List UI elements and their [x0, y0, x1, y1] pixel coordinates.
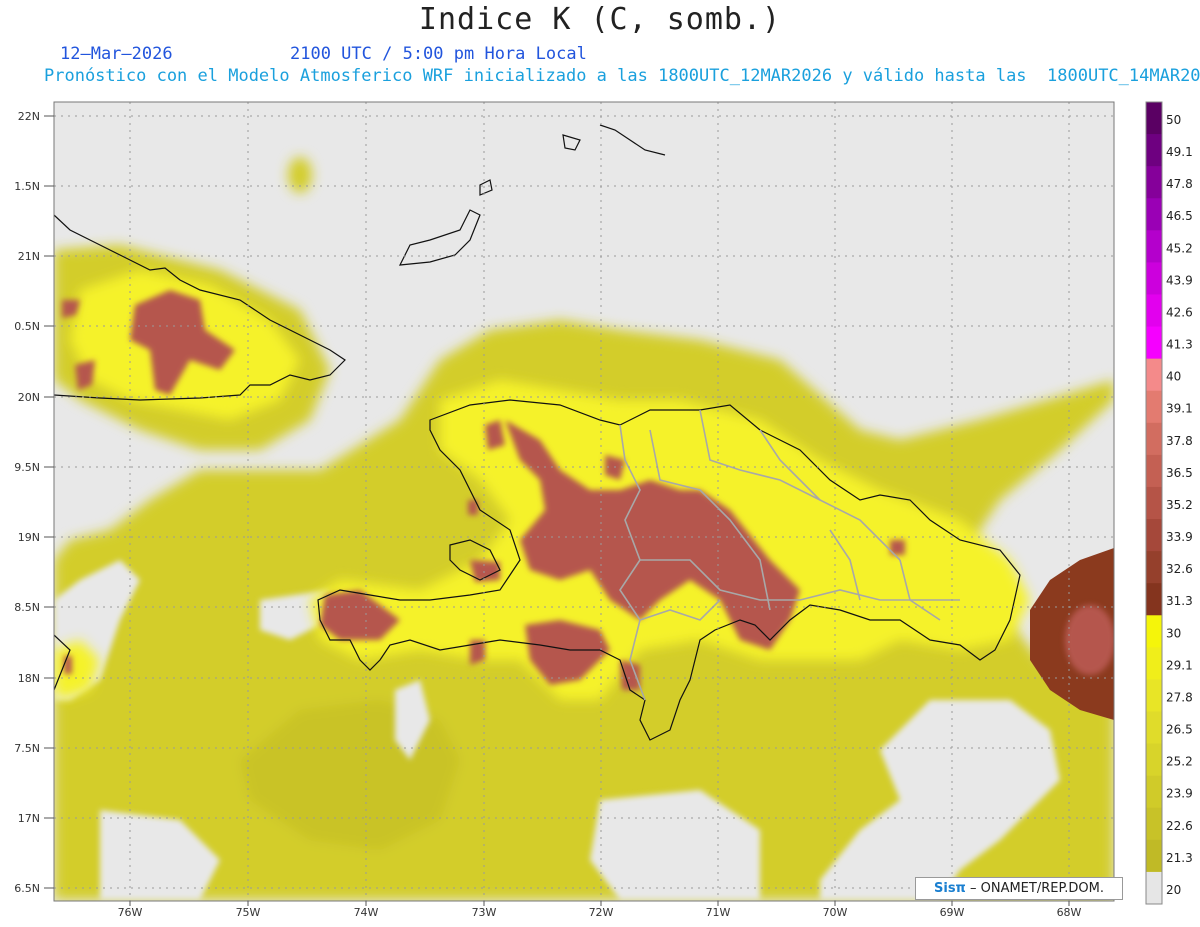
colorbar-label: 46.5	[1166, 209, 1193, 223]
colorbar-label: 42.6	[1166, 305, 1193, 319]
longitude-labels: 76W 75W 74W 73W 72W 71W 70W 69W 68W	[118, 901, 1082, 919]
colorbar-label: 30	[1166, 626, 1181, 640]
colorbar-label: 35.2	[1166, 498, 1193, 512]
colorbar-swatch	[1146, 647, 1162, 680]
lat-label: 21N	[18, 250, 40, 263]
colorbar-label: 49.1	[1166, 145, 1193, 159]
colorbar-swatch	[1146, 198, 1162, 231]
colorbar-label: 37.8	[1166, 434, 1193, 448]
lat-label: 1.5N	[14, 180, 40, 193]
lon-label: 73W	[472, 906, 497, 919]
colorbar-label: 25.2	[1166, 755, 1193, 769]
lat-label: 6.5N	[14, 882, 40, 895]
lat-label: 19N	[18, 531, 40, 544]
lat-label: 20N	[18, 391, 40, 404]
colorbar-swatch	[1146, 583, 1162, 616]
sispi-logo: Sisπ	[934, 881, 966, 896]
colorbar-swatch	[1146, 230, 1162, 263]
colorbar-swatch	[1146, 679, 1162, 713]
colorbar-swatch	[1146, 775, 1162, 809]
colorbar-label: 36.5	[1166, 466, 1193, 480]
colorbar-swatch	[1146, 454, 1162, 488]
colorbar-swatch	[1146, 422, 1162, 456]
colorbar-label: 33.9	[1166, 530, 1193, 544]
colorbar-label: 47.8	[1166, 177, 1193, 191]
colorbar-swatch	[1146, 519, 1162, 552]
lat-label: 18N	[18, 672, 40, 685]
lon-label: 74W	[354, 906, 379, 919]
colorbar-label: 27.8	[1166, 690, 1193, 704]
latitude-labels: 22N 1.5N 21N 0.5N 20N 9.5N 19N 8.5N 18N 7.5N 17N 6.…	[14, 110, 54, 895]
colorbar-label: 41.3	[1166, 338, 1193, 352]
colorbar-label: 22.6	[1166, 819, 1193, 833]
colorbar-swatch	[1146, 871, 1162, 905]
colorbar-swatch	[1146, 390, 1162, 424]
colorbar-swatch	[1146, 134, 1162, 167]
lon-label: 69W	[940, 906, 965, 919]
colorbar-swatch	[1146, 262, 1162, 295]
lon-label: 76W	[118, 906, 143, 919]
lat-label: 9.5N	[14, 461, 40, 474]
colorbar: 50 49.1 47.8 46.5 45.2 43.9 42.6 41.3 40 39.1 37.8…	[1145, 101, 1193, 905]
lat-label: 7.5N	[14, 742, 40, 755]
lat-label: 22N	[18, 110, 40, 123]
colorbar-swatch	[1146, 102, 1162, 135]
colorbar-swatch	[1146, 326, 1162, 360]
colorbar-label: 21.3	[1166, 851, 1193, 865]
lat-label: 17N	[18, 812, 40, 825]
colorbar-swatch	[1146, 294, 1162, 328]
colorbar-swatch	[1146, 358, 1162, 392]
colorbar-swatch	[1146, 551, 1162, 584]
lat-label: 8.5N	[14, 601, 40, 614]
colorbar-label: 45.2	[1166, 241, 1193, 255]
colorbar-swatch	[1146, 743, 1162, 777]
map-figure: 22N 1.5N 21N 0.5N 20N 9.5N 19N 8.5N 18N 7.5N 17N 6.…	[14, 101, 1193, 919]
colorbar-swatch	[1146, 839, 1162, 873]
colorbar-label: 32.6	[1166, 562, 1193, 576]
colorbar-label: 43.9	[1166, 273, 1193, 287]
colorbar-label: 20	[1166, 883, 1181, 897]
lon-label: 72W	[589, 906, 614, 919]
colorbar-label: 50	[1166, 113, 1181, 127]
lon-label: 70W	[823, 906, 848, 919]
credit-box: Sisπ – ONAMET/REP.DOM.	[915, 877, 1123, 900]
credit-text: – ONAMET/REP.DOM.	[965, 881, 1104, 896]
colorbar-label: 26.5	[1166, 723, 1193, 737]
colorbar-label: 29.1	[1166, 658, 1193, 672]
lon-label: 75W	[236, 906, 261, 919]
lon-label: 68W	[1057, 906, 1082, 919]
colorbar-swatch	[1146, 807, 1162, 841]
colorbar-label: 31.3	[1166, 594, 1193, 608]
colorbar-label: 23.9	[1166, 787, 1193, 801]
colorbar-swatch	[1146, 166, 1162, 199]
colorbar-label: 40	[1166, 370, 1181, 384]
colorbar-swatch	[1146, 711, 1162, 745]
lat-label: 0.5N	[14, 320, 40, 333]
colorbar-swatch	[1146, 615, 1162, 648]
lon-label: 71W	[706, 906, 731, 919]
colorbar-label: 39.1	[1166, 402, 1193, 416]
colorbar-swatch	[1146, 486, 1162, 520]
